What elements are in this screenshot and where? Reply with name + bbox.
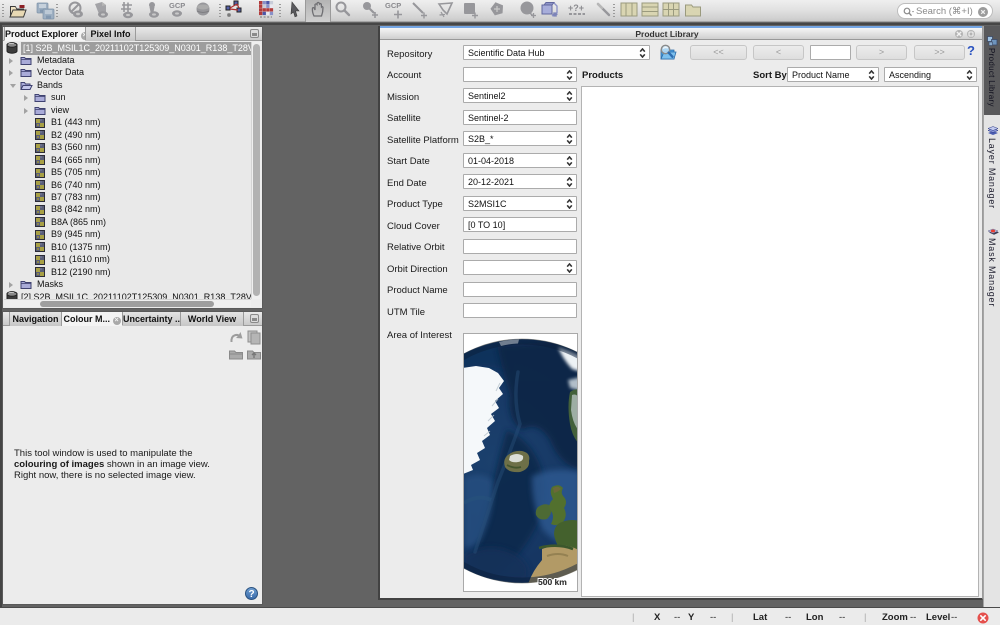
svg-text:+?+: +?+ <box>568 3 584 13</box>
svg-text:GCP: GCP <box>169 1 185 10</box>
svg-text:GCP: GCP <box>385 1 401 10</box>
svg-text:500 km: 500 km <box>538 577 567 587</box>
